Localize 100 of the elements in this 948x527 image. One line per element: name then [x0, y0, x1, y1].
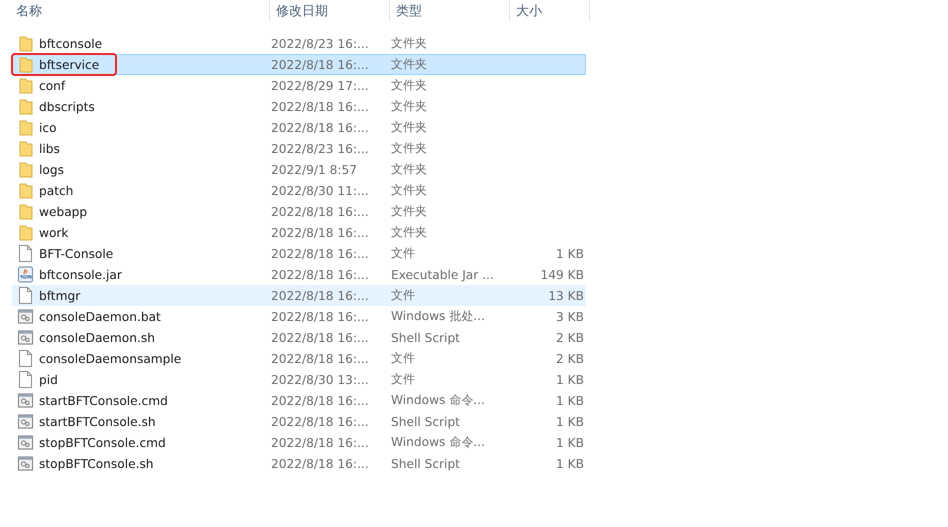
file-type: 文件 [391, 245, 416, 262]
file-size: 1 KB [555, 456, 585, 470]
file-name[interactable]: webapp [39, 204, 88, 218]
file-name[interactable]: bftservice [39, 58, 100, 72]
file-name[interactable]: consoleDaemon.sh [39, 330, 155, 344]
column-header[interactable]: 类型 [390, 0, 510, 22]
file-size: 3 KB [555, 310, 585, 324]
file-type: Shell Script [391, 456, 461, 470]
column-header[interactable]: 大小 [510, 0, 590, 22]
folder-icon [18, 204, 32, 220]
modified-date: 2022/8/18 16:... [271, 330, 370, 344]
file-type: 文件夹 [391, 77, 428, 94]
file-name[interactable]: dbscripts [39, 100, 95, 114]
hovered-row[interactable]: bftmgr 2022/8/18 16:... 文件 13 KB [12, 285, 586, 306]
modified-date: 2022/8/18 16:... [271, 288, 370, 302]
file-size: 1 KB [555, 394, 585, 408]
file-icon [19, 245, 32, 262]
modified-date: 2022/8/18 16:... [271, 394, 370, 408]
file-name[interactable]: patch [39, 184, 74, 198]
modified-date: 2022/8/29 17:... [271, 78, 370, 92]
modified-date: 2022/9/1 8:57 [271, 162, 358, 176]
file-type: 文件 [391, 350, 416, 367]
file-name[interactable]: bftmgr [39, 288, 80, 302]
folder-icon [18, 162, 32, 178]
file-type: 文件 [391, 371, 416, 388]
file-name[interactable]: bftconsole [39, 36, 102, 50]
file-name[interactable]: consoleDaemonsample [39, 352, 182, 366]
folder-icon [18, 120, 32, 136]
file-type: 文件夹 [391, 119, 428, 136]
modified-date: 2022/8/18 16:... [271, 100, 370, 114]
file-type: Shell Script [391, 414, 461, 428]
file-type: Executable Jar ... [391, 268, 495, 282]
folder-icon [18, 56, 32, 72]
file-type: Windows 命令... [391, 392, 486, 409]
folder-icon [18, 36, 32, 52]
selected-row[interactable]: bftservice 2022/8/18 16:... 文件夹 [12, 54, 586, 75]
file-size: 2 KB [555, 352, 585, 366]
file-name[interactable]: libs [39, 142, 60, 156]
file-name[interactable]: stopBFTConsole.cmd [39, 436, 166, 450]
script-file-icon [18, 456, 33, 471]
file-type: 文件夹 [391, 35, 428, 52]
folder-icon [18, 140, 32, 156]
modified-date: 2022/8/18 16:... [271, 456, 370, 470]
file-size: 149 KB [540, 268, 585, 282]
file-type: Shell Script [391, 330, 461, 344]
file-name[interactable]: pid [39, 372, 58, 386]
folder-icon [18, 98, 32, 114]
file-type: 文件夹 [391, 224, 428, 241]
modified-date: 2022/8/18 16:... [271, 58, 370, 72]
modified-date: 2022/8/30 13:... [271, 372, 370, 386]
file-type: 文件夹 [391, 182, 428, 199]
file-icon [19, 350, 32, 367]
script-file-icon [18, 330, 33, 345]
file-type: 文件夹 [391, 56, 428, 73]
java-file-icon [18, 266, 33, 283]
modified-date: 2022/8/18 16:... [271, 246, 370, 260]
file-size: 1 KB [555, 436, 585, 450]
file-name[interactable]: conf [39, 78, 66, 92]
modified-date: 2022/8/18 16:... [271, 414, 370, 428]
file-name[interactable]: BFT-Console [39, 246, 114, 260]
folder-icon [18, 78, 32, 94]
file-type: 文件夹 [391, 161, 428, 178]
file-name[interactable]: logs [39, 162, 64, 176]
modified-date: 2022/8/18 16:... [271, 120, 370, 134]
file-type: Windows 批处... [391, 308, 486, 325]
modified-date: 2022/8/18 16:... [271, 310, 370, 324]
file-size: 1 KB [555, 372, 585, 386]
modified-date: 2022/8/18 16:... [271, 352, 370, 366]
file-name[interactable]: work [39, 226, 68, 240]
file-name[interactable]: startBFTConsole.cmd [39, 394, 168, 408]
column-header[interactable]: 修改日期 [270, 0, 390, 22]
script-file-icon [18, 309, 33, 324]
script-file-icon [18, 435, 33, 450]
script-file-icon [18, 393, 33, 408]
file-icon [19, 371, 32, 388]
file-name[interactable]: stopBFTConsole.sh [39, 456, 154, 470]
file-name[interactable]: bftconsole.jar [39, 268, 122, 282]
file-type: 文件夹 [391, 98, 428, 115]
file-size: 1 KB [555, 246, 585, 260]
script-file-icon [18, 414, 33, 429]
modified-date: 2022/8/18 16:... [271, 226, 370, 240]
modified-date: 2022/8/23 16:... [271, 142, 370, 156]
file-type: 文件 [391, 287, 416, 304]
file-name[interactable]: ico [39, 120, 57, 134]
column-header[interactable]: 名称 [14, 0, 270, 22]
modified-date: 2022/8/18 16:... [271, 204, 370, 218]
file-size: 2 KB [555, 330, 585, 344]
file-size: 13 KB [547, 288, 585, 302]
file-type: Windows 命令... [391, 434, 486, 451]
modified-date: 2022/8/18 16:... [271, 268, 370, 282]
file-type: 文件夹 [391, 203, 428, 220]
file-name[interactable]: consoleDaemon.bat [39, 310, 161, 324]
file-name[interactable]: startBFTConsole.sh [39, 414, 156, 428]
folder-icon [18, 224, 32, 240]
folder-icon [18, 182, 32, 198]
file-type: 文件夹 [391, 140, 428, 157]
modified-date: 2022/8/23 16:... [271, 36, 370, 50]
modified-date: 2022/8/18 16:... [271, 436, 370, 450]
modified-date: 2022/8/30 11:... [271, 184, 370, 198]
file-icon [19, 287, 32, 304]
